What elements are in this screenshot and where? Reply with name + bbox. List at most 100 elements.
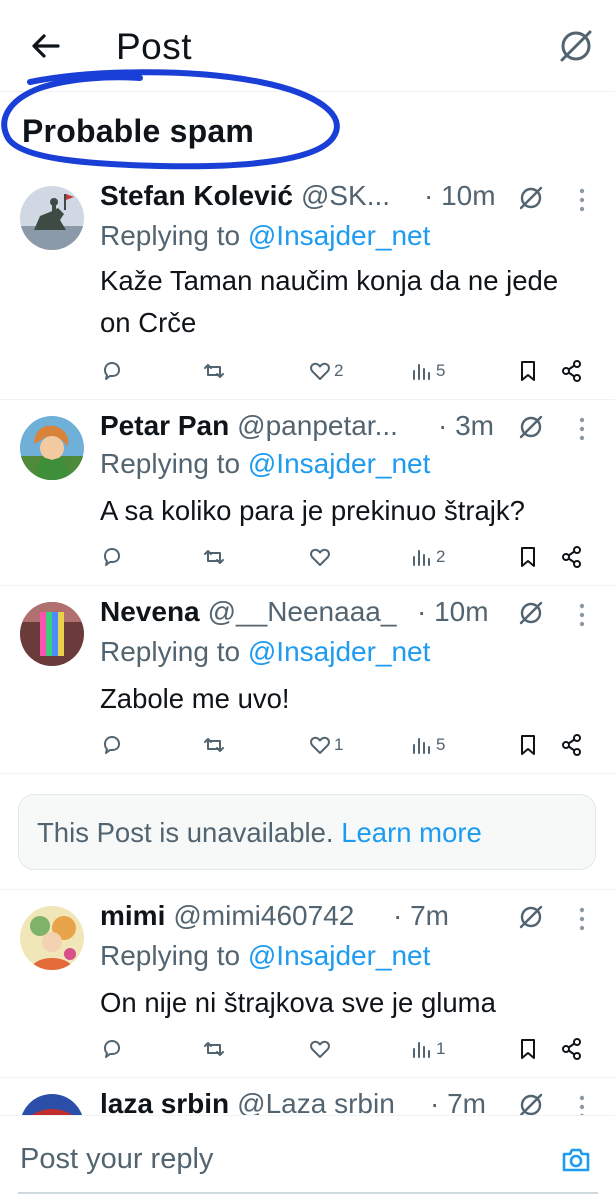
- post-header: Nevena @__Neenaaa_: [100, 594, 396, 630]
- views-icon: [413, 364, 430, 380]
- like-button[interactable]: [308, 1034, 334, 1064]
- reply-input[interactable]: Post your reply: [20, 1143, 213, 1176]
- post-time[interactable]: · 7m: [430, 1088, 486, 1118]
- action-bar: 2: [100, 542, 600, 572]
- probable-spam-section: Probable spam: [0, 68, 350, 172]
- views-button[interactable]: 5: [410, 730, 445, 760]
- heart-icon: [310, 1040, 330, 1058]
- author-handle[interactable]: @panpetar...: [237, 410, 398, 442]
- like-count: 2: [334, 361, 344, 380]
- reply-post[interactable]: mimi @mimi460742 · 7m Replying to @Insaj…: [0, 890, 615, 1078]
- mention-link[interactable]: @Insajder_net: [248, 940, 431, 971]
- replying-to: Replying to @Insajder_net: [100, 220, 431, 251]
- like-count: 1: [334, 735, 344, 754]
- reply-post[interactable]: Petar Pan @panpetar... · 3m Replying to …: [0, 400, 615, 586]
- reply-button[interactable]: [100, 356, 124, 386]
- reply-post[interactable]: laza srbin @Laza srbin · 7m: [0, 1078, 615, 1118]
- share-button[interactable]: [560, 1034, 584, 1064]
- share-icon: [562, 360, 581, 382]
- repost-button[interactable]: [202, 730, 226, 760]
- heart-icon: [310, 736, 330, 754]
- author-handle[interactable]: @__Neenaaa_: [208, 596, 397, 628]
- grok-slash-icon[interactable]: [517, 599, 545, 627]
- author-handle[interactable]: @mimi460742: [173, 900, 354, 932]
- more-options-icon[interactable]: [578, 603, 586, 627]
- bookmark-icon: [521, 547, 535, 567]
- mention-link[interactable]: @Insajder_net: [248, 448, 431, 479]
- post-header: laza srbin @Laza srbin: [100, 1086, 395, 1118]
- share-button[interactable]: [560, 730, 584, 760]
- reply-button[interactable]: [100, 542, 124, 572]
- replying-to: Replying to @Insajder_net: [100, 448, 431, 479]
- bookmark-button[interactable]: [516, 1034, 540, 1064]
- grok-slash-icon[interactable]: [556, 26, 596, 66]
- bookmark-button[interactable]: [516, 356, 540, 386]
- grok-slash-icon[interactable]: [517, 413, 545, 441]
- post-time[interactable]: · 3m: [438, 410, 494, 442]
- bookmark-icon: [521, 361, 535, 381]
- post-time[interactable]: · 7m: [393, 900, 449, 932]
- action-bar: 1 5: [100, 730, 600, 760]
- reply-post[interactable]: Nevena @__Neenaaa_ · 10m Replying to @In…: [0, 586, 615, 774]
- grok-slash-icon[interactable]: [517, 184, 545, 212]
- author-name[interactable]: Stefan Kolević: [100, 180, 293, 212]
- more-options-icon[interactable]: [578, 417, 586, 441]
- mention-link[interactable]: @Insajder_net: [248, 220, 431, 251]
- like-button[interactable]: 2: [308, 356, 343, 386]
- grok-slash-icon[interactable]: [517, 1091, 545, 1118]
- replying-to: Replying to @Insajder_net: [100, 940, 431, 971]
- camera-icon[interactable]: [560, 1144, 592, 1176]
- more-options-icon[interactable]: [578, 188, 586, 212]
- view-count: 5: [436, 361, 446, 380]
- view-count: 5: [436, 735, 446, 754]
- share-button[interactable]: [560, 356, 584, 386]
- action-bar: 1: [100, 1034, 600, 1064]
- author-handle[interactable]: @SK...: [301, 180, 390, 212]
- like-button[interactable]: [308, 542, 334, 572]
- unavailable-post-card: This Post is unavailable. Learn more: [18, 794, 596, 870]
- repost-button[interactable]: [202, 356, 226, 386]
- share-icon: [562, 546, 581, 568]
- reply-post[interactable]: Stefan Kolević @SK... · 10m Replying to …: [0, 172, 615, 400]
- share-icon: [562, 1038, 581, 1060]
- author-name[interactable]: laza srbin: [100, 1088, 229, 1118]
- post-text: Zabole me uvo!: [100, 683, 290, 714]
- post-time[interactable]: · 10m: [417, 596, 489, 628]
- reply-icon: [104, 736, 120, 754]
- repost-button[interactable]: [202, 542, 226, 572]
- reply-button[interactable]: [100, 730, 124, 760]
- reply-composer[interactable]: Post your reply: [0, 1115, 615, 1200]
- heart-icon: [310, 362, 330, 380]
- views-button[interactable]: 5: [410, 356, 445, 386]
- repost-icon: [204, 364, 224, 378]
- avatar[interactable]: [20, 906, 84, 970]
- author-handle[interactable]: @Laza srbin: [237, 1088, 395, 1118]
- avatar[interactable]: [20, 416, 84, 480]
- bookmark-button[interactable]: [516, 542, 540, 572]
- author-name[interactable]: Nevena: [100, 596, 200, 628]
- repost-button[interactable]: [202, 1034, 226, 1064]
- avatar[interactable]: [20, 602, 84, 666]
- more-options-icon[interactable]: [578, 907, 586, 931]
- grok-slash-icon[interactable]: [517, 903, 545, 931]
- reply-button[interactable]: [100, 1034, 124, 1064]
- bookmark-icon: [521, 1039, 535, 1059]
- arrow-left-icon[interactable]: [28, 28, 64, 64]
- views-button[interactable]: 1: [410, 1034, 445, 1064]
- post-header: Petar Pan @panpetar...: [100, 408, 398, 444]
- learn-more-link[interactable]: Learn more: [341, 817, 482, 848]
- repost-icon: [204, 550, 224, 564]
- post-time[interactable]: · 10m: [424, 180, 496, 212]
- input-underline: [18, 1192, 598, 1194]
- views-icon: [413, 1042, 430, 1058]
- author-name[interactable]: mimi: [100, 900, 165, 932]
- author-name[interactable]: Petar Pan: [100, 410, 229, 442]
- avatar[interactable]: [20, 186, 84, 250]
- bookmark-button[interactable]: [516, 730, 540, 760]
- mention-link[interactable]: @Insajder_net: [248, 636, 431, 667]
- like-button[interactable]: 1: [308, 730, 343, 760]
- share-button[interactable]: [560, 542, 584, 572]
- views-button[interactable]: 2: [410, 542, 445, 572]
- reply-icon: [104, 1040, 120, 1058]
- heart-icon: [310, 548, 330, 566]
